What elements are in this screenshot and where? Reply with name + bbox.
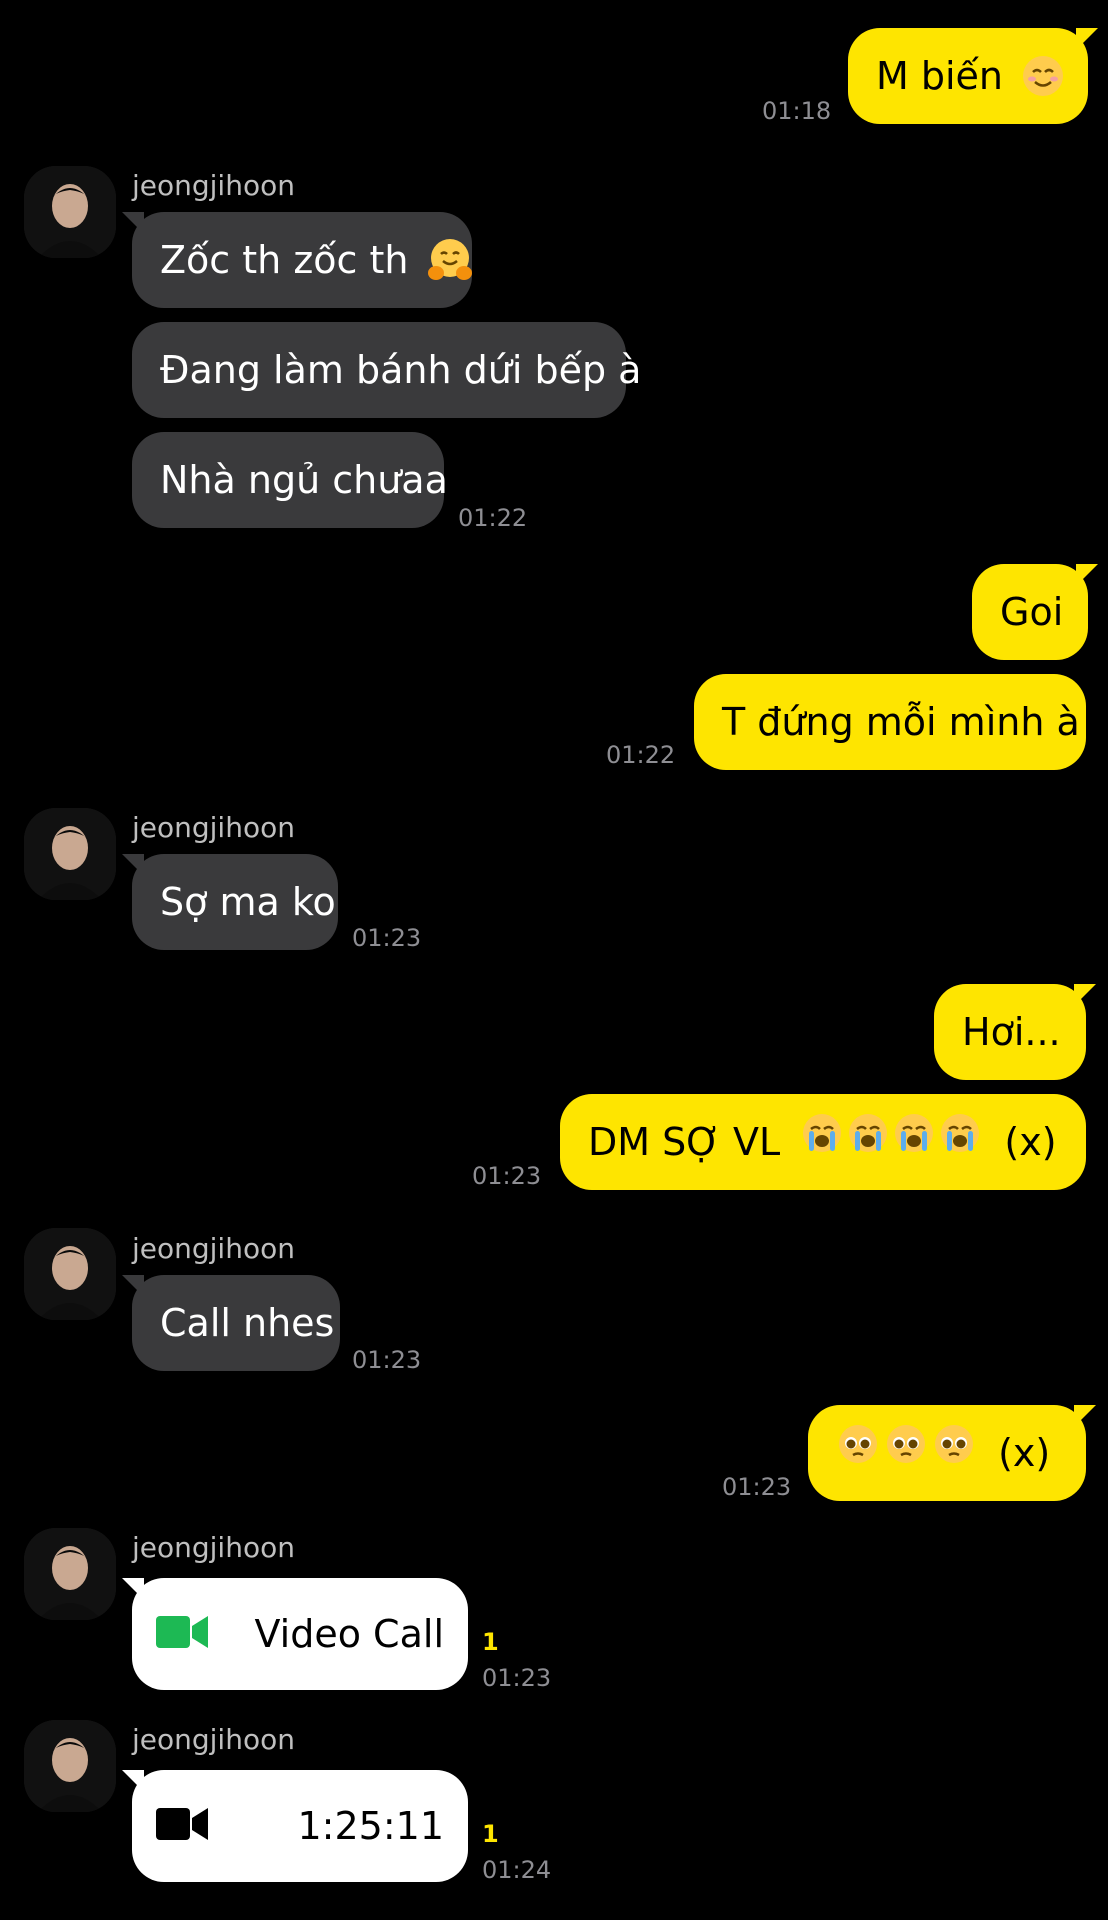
message-timestamp: 01:23 — [352, 924, 422, 952]
pleading-face-icon — [836, 1405, 976, 1501]
message-text: T đứng mỗi mình à — [722, 700, 1080, 744]
message-text: Hơi... — [962, 1010, 1061, 1054]
message-bubble-outgoing[interactable]: Hơi... — [934, 984, 1096, 1080]
sender-name: jeongjihoon — [132, 1232, 295, 1265]
message-timestamp: 01:24 — [482, 1856, 552, 1884]
hugging-face-icon — [427, 238, 472, 280]
avatar[interactable] — [24, 1228, 116, 1320]
message-suffix: (x) — [1004, 1120, 1057, 1164]
message-text: Sợ ma ko — [160, 880, 336, 924]
message-text: Call nhes — [160, 1301, 335, 1345]
message-timestamp: 01:22 — [458, 504, 528, 532]
sender-name: jeongjihoon — [132, 1723, 295, 1756]
message-bubble-outgoing[interactable]: T đứng mỗi mình à — [694, 674, 1086, 770]
message-suffix: (x) — [998, 1431, 1051, 1475]
message-bubble-outgoing[interactable]: (x) — [808, 1405, 1096, 1501]
message-bubble-incoming[interactable]: Zốc th zốc th — [122, 212, 472, 308]
avatar[interactable] — [24, 1528, 116, 1620]
message-timestamp: 01:23 — [472, 1162, 542, 1190]
avatar-image — [24, 1720, 116, 1812]
unread-count: 1 — [482, 1820, 499, 1848]
message-text: Goi — [1000, 590, 1064, 634]
sender-name: jeongjihoon — [132, 169, 295, 202]
message-timestamp: 01:23 — [722, 1473, 792, 1501]
message-bubble-outgoing[interactable]: Goi — [972, 564, 1098, 660]
message-text: DM SỢ VL — [588, 1120, 781, 1164]
message-timestamp: 01:22 — [606, 741, 676, 769]
message-timestamp: 01:18 — [762, 97, 832, 125]
loudly-crying-face-icon — [800, 1094, 984, 1190]
unread-count: 1 — [482, 1628, 499, 1656]
message-bubble-incoming[interactable]: Call nhes — [122, 1275, 340, 1371]
message-text: Đang làm bánh dứi bếp à — [160, 348, 642, 392]
video-camera-icon — [156, 1616, 208, 1648]
message-timestamp: 01:23 — [482, 1664, 552, 1692]
message-text: Zốc th zốc th — [160, 238, 409, 282]
video-call-ended-card[interactable]: 1:25:11 — [122, 1770, 468, 1882]
message-bubble-incoming[interactable]: Sợ ma ko — [122, 854, 338, 950]
call-duration: 1:25:11 — [297, 1804, 445, 1848]
avatar[interactable] — [24, 808, 116, 900]
message-bubble-incoming[interactable]: Nhà ngủ chưaa — [132, 432, 448, 528]
sender-name: jeongjihoon — [132, 1531, 295, 1564]
video-camera-icon — [156, 1808, 208, 1840]
avatar-image — [24, 1528, 116, 1620]
avatar[interactable] — [24, 1720, 116, 1812]
message-bubble-incoming[interactable]: Đang làm bánh dứi bếp à — [132, 322, 641, 418]
message-timestamp: 01:23 — [352, 1346, 422, 1374]
message-bubble-outgoing[interactable]: M biến — [848, 28, 1098, 124]
message-text: Nhà ngủ chưaa — [160, 458, 448, 502]
message-bubble-outgoing[interactable]: DM SỢ VL (x) — [560, 1094, 1086, 1190]
avatar-image — [24, 1228, 116, 1320]
video-call-label: Video Call — [254, 1612, 444, 1656]
avatar[interactable] — [24, 166, 116, 258]
avatar-image — [24, 166, 116, 258]
smiling-face-icon — [1023, 55, 1064, 96]
message-text: M biến — [876, 54, 1004, 98]
sender-name: jeongjihoon — [132, 811, 295, 844]
video-call-card[interactable]: Video Call — [122, 1578, 468, 1690]
avatar-image — [24, 808, 116, 900]
